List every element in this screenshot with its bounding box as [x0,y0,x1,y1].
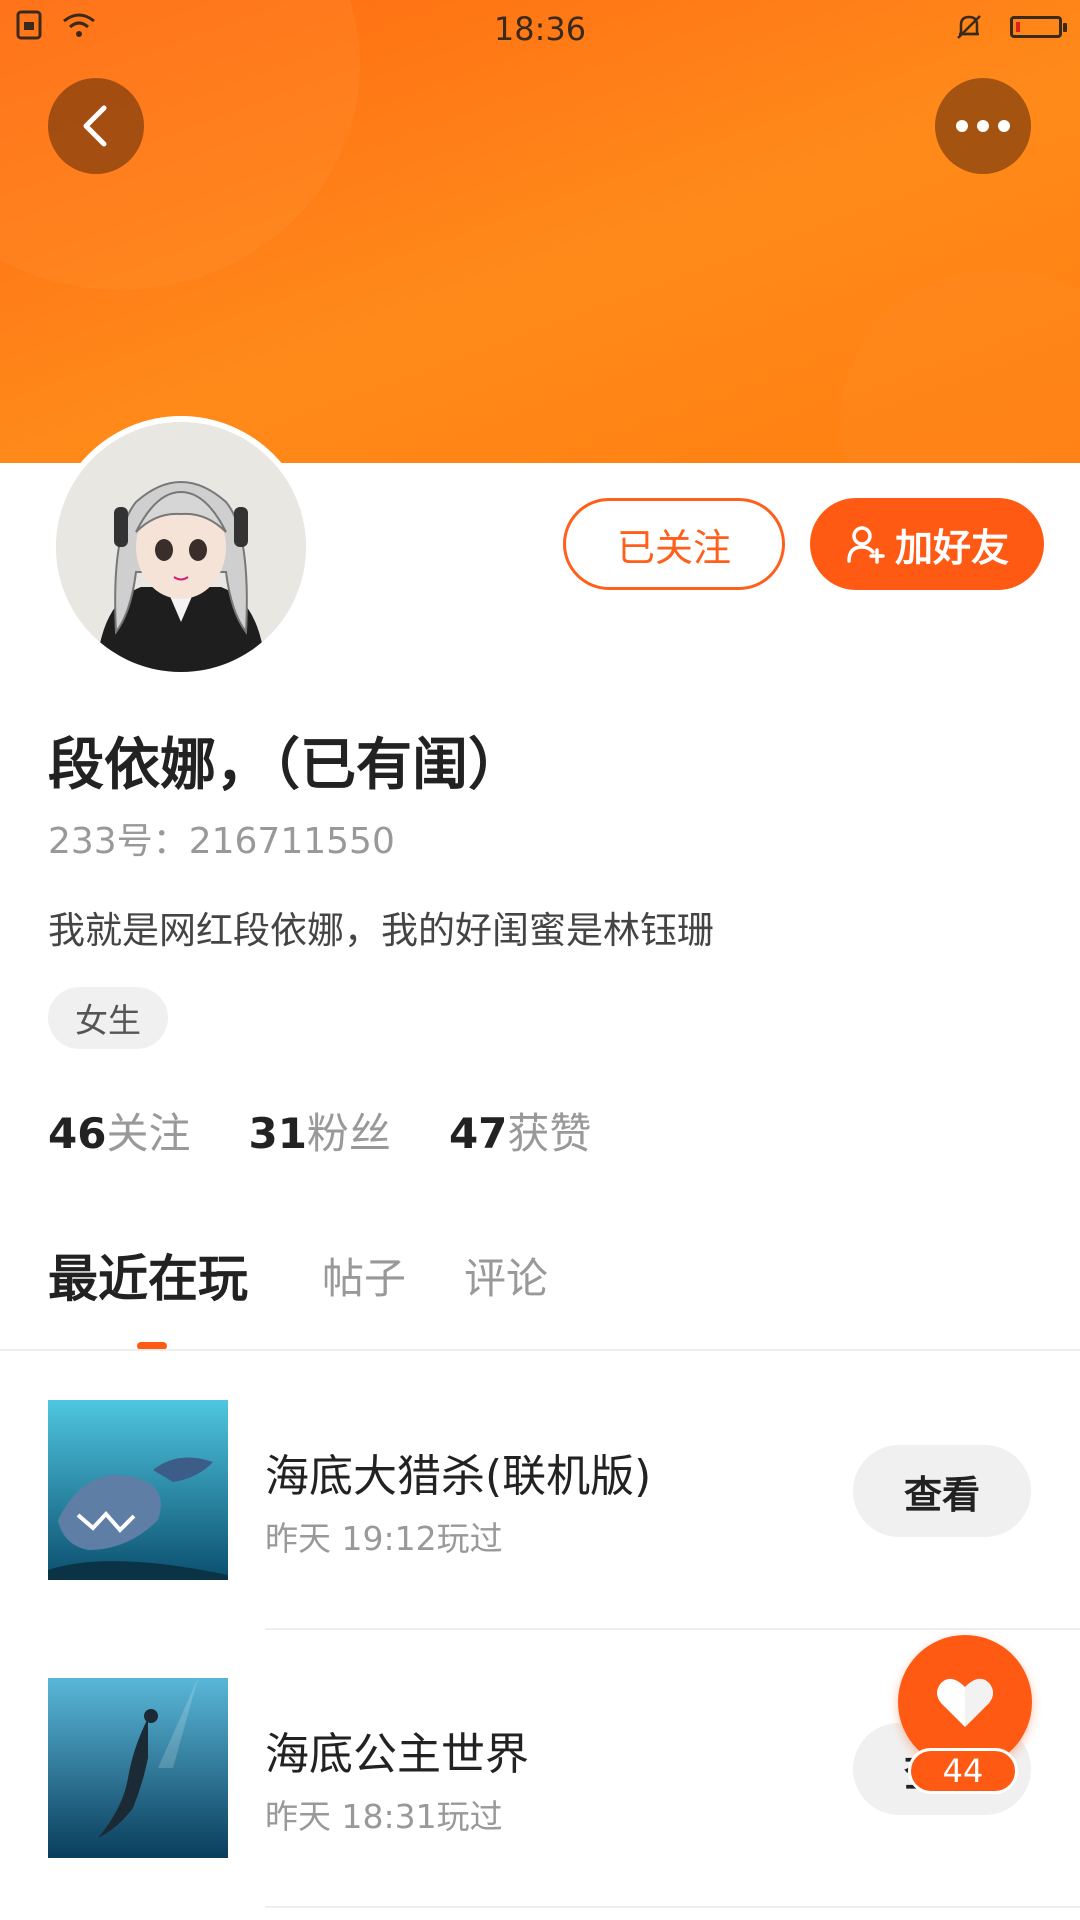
banner-decoration [840,270,1080,463]
tab-comments[interactable]: 评论 [464,1245,548,1306]
heart-icon [937,1678,993,1727]
profile-uid[interactable]: 233号：216711550 [48,812,395,864]
game-last-played: 昨天 18:31玩过 [265,1797,503,1836]
stat-following[interactable]: 46关注 [48,1100,190,1161]
stat-value: 46 [48,1109,107,1158]
add-friend-label: 加好友 [894,525,1009,570]
game-list-item[interactable]: 海底大猎杀(联机版) 昨天 19:12玩过 查看 [0,1400,1080,1580]
gender-tag: 女生 [48,987,168,1049]
status-right [954,12,1067,42]
game-title: 海底公主世界 [265,1729,529,1780]
tab-recent-play[interactable]: 最近在玩 [48,1239,248,1311]
add-user-icon [847,526,885,564]
followed-button[interactable]: 已关注 [563,498,785,590]
more-button[interactable] [935,78,1031,174]
tab-posts[interactable]: 帖子 [322,1245,406,1306]
stat-label: 获赞 [507,1109,592,1158]
status-time: 18:36 [493,10,587,48]
stat-value: 31 [248,1109,307,1158]
profile-bio: 我就是网红段依娜，我的好闺蜜是林钰珊 [48,909,714,952]
profile-name: 段依娜，（已有闺） [48,733,524,798]
game-title: 海底大猎杀(联机版) [265,1451,652,1502]
profile-tabs: 最近在玩 帖子 评论 [0,1245,1080,1350]
add-friend-button[interactable]: 加好友 [810,498,1044,590]
divider [0,1349,1080,1351]
more-dots-icon [956,120,1010,132]
divider [265,1628,1080,1630]
mute-bell-icon [957,15,981,39]
game-thumbnail [48,1400,228,1580]
chevron-left-icon [83,105,107,147]
avatar[interactable] [56,422,306,672]
stat-fans[interactable]: 31粉丝 [248,1100,390,1161]
avatar-image [56,422,306,672]
back-button[interactable] [48,78,144,174]
divider [265,1906,1080,1908]
game-thumbnail [48,1678,228,1858]
stat-value: 47 [448,1109,508,1158]
stat-label: 关注 [106,1109,191,1158]
profile-stats: 46关注 31粉丝 47获赞 [48,1100,649,1161]
view-game-button[interactable]: 查看 [853,1445,1031,1537]
like-count-badge: 44 [908,1748,1018,1794]
game-last-played: 昨天 19:12玩过 [265,1519,503,1558]
stat-label: 粉丝 [306,1109,391,1158]
battery-icon [1010,16,1067,38]
profile-header-banner [0,0,1080,463]
stat-likes[interactable]: 47获赞 [449,1100,591,1161]
status-bar: 18:36 [0,0,1080,60]
